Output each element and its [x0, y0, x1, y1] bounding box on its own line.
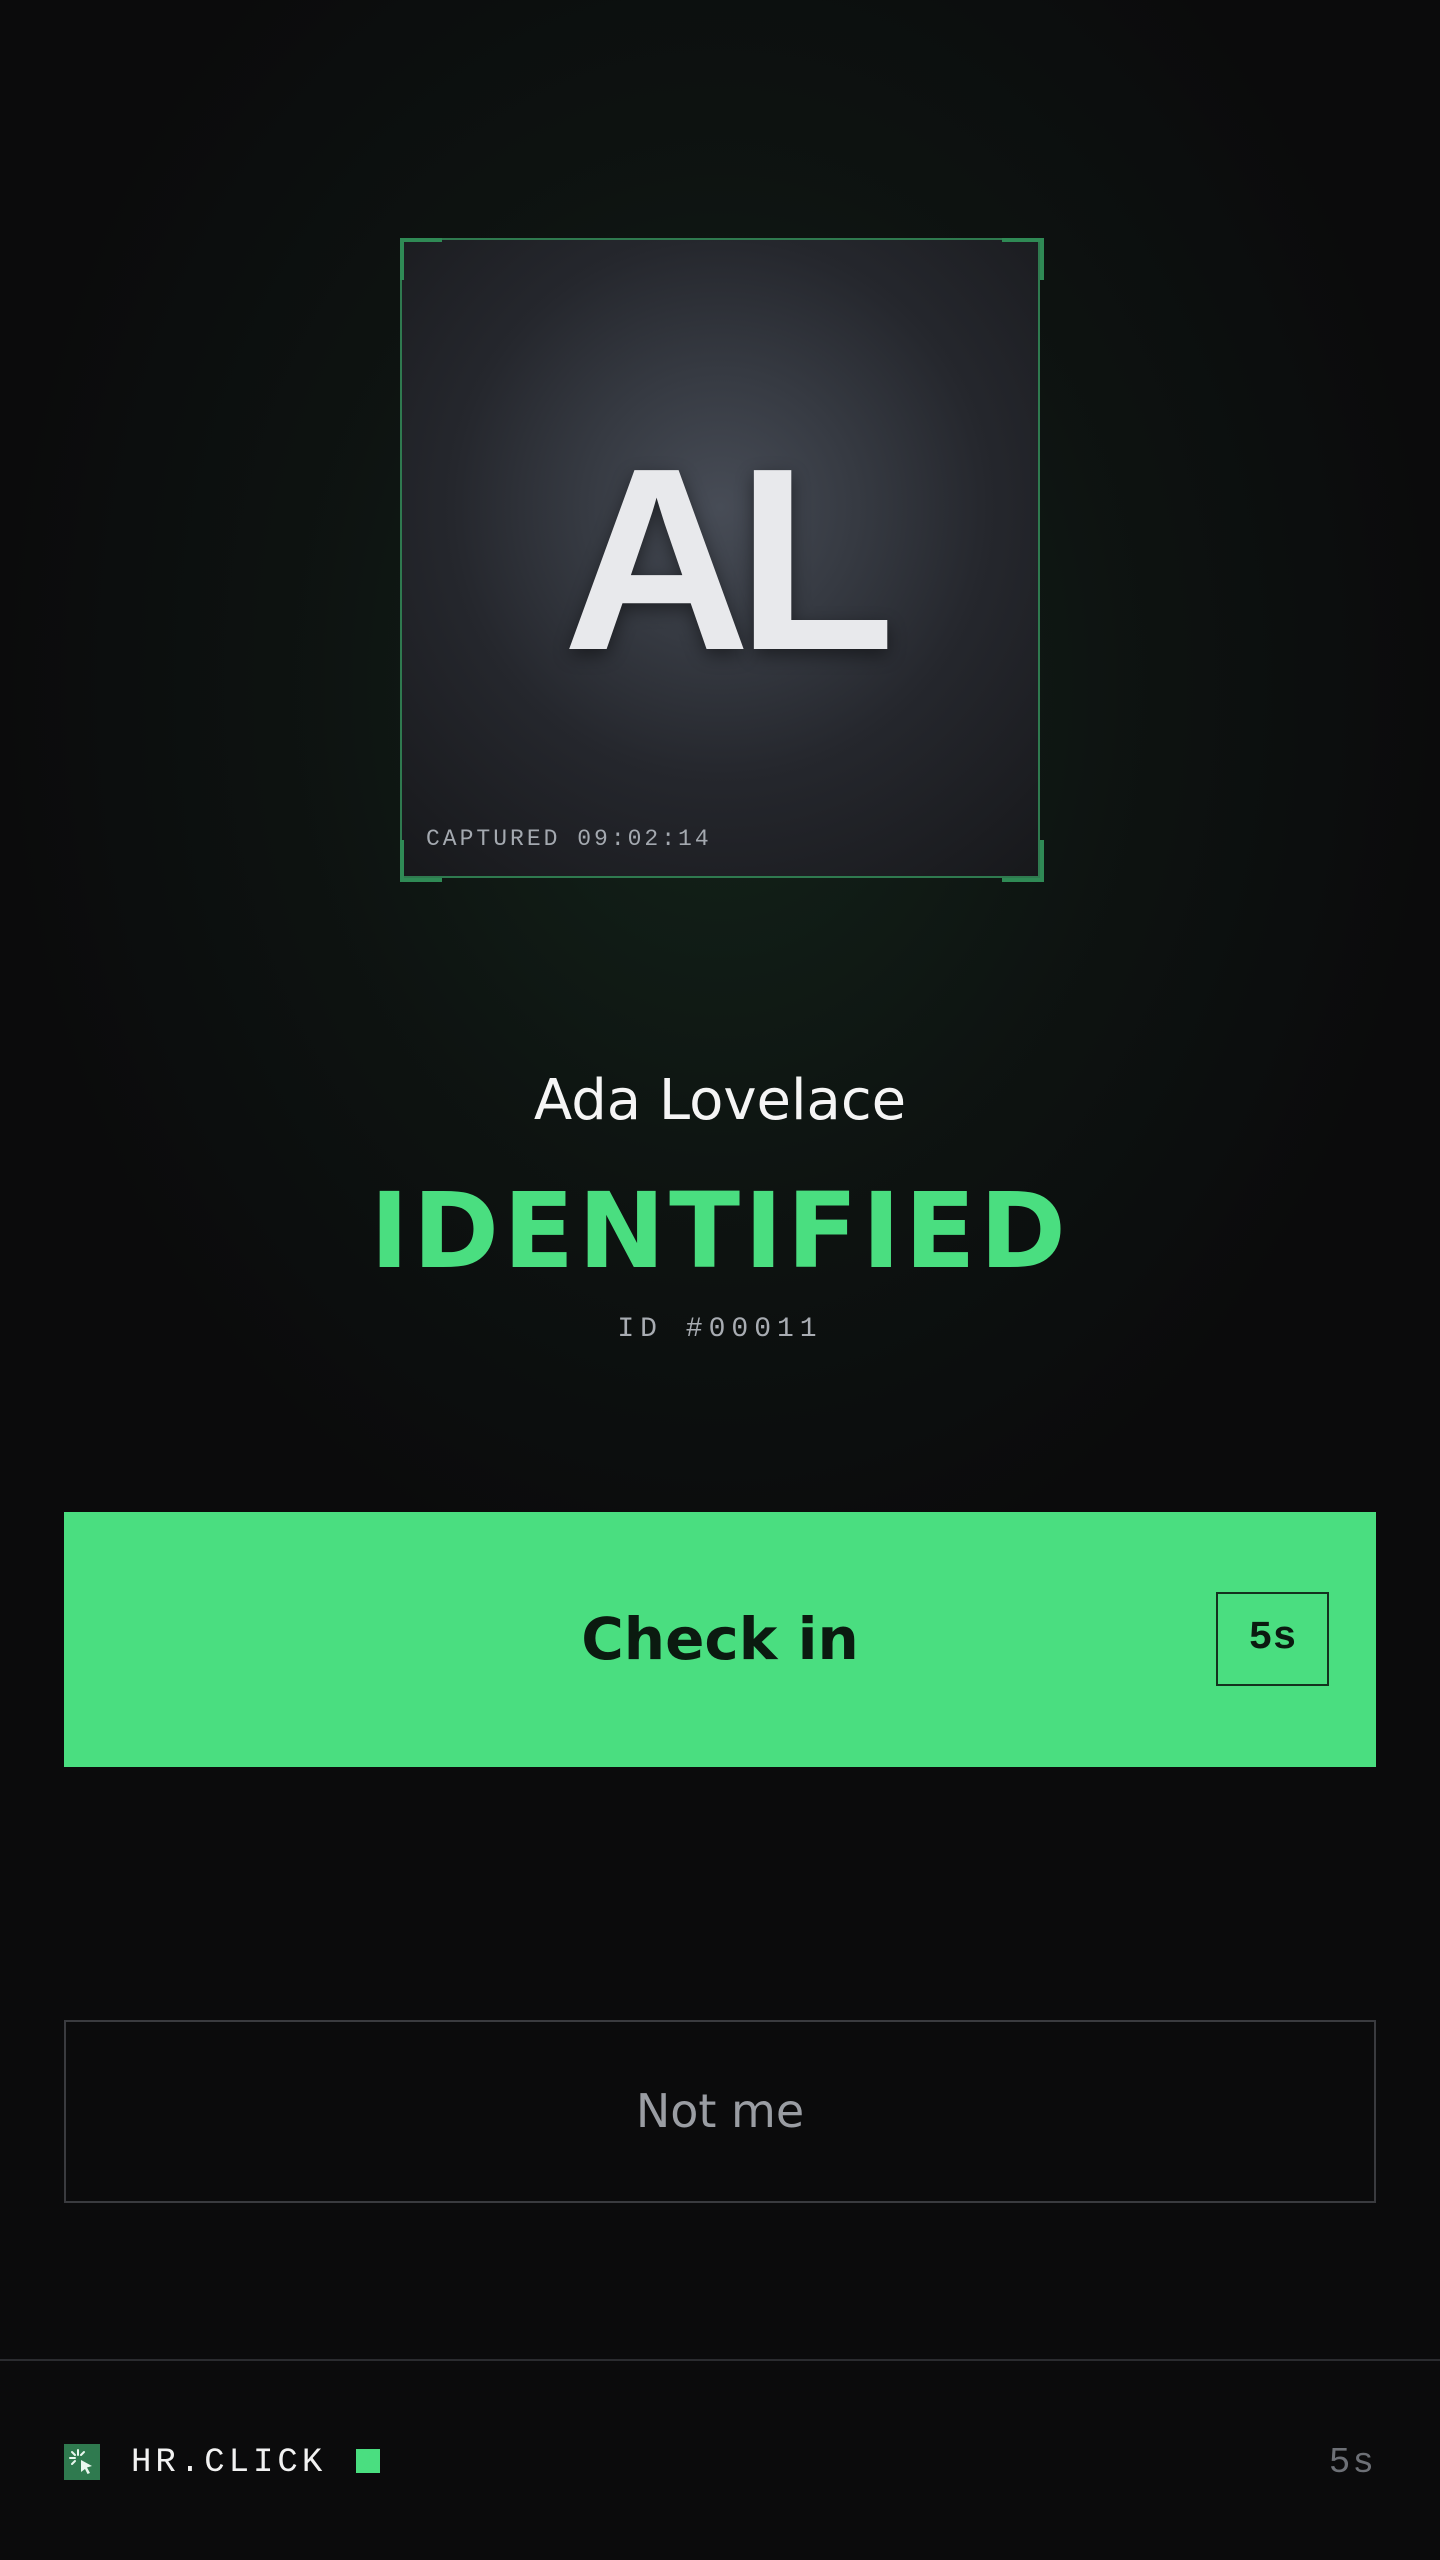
live-status-indicator — [356, 2449, 380, 2473]
avatar-initials: AL — [562, 415, 896, 705]
check-in-label: Check in — [581, 1605, 859, 1673]
brand-name: HR.CLICK — [131, 2444, 327, 2482]
scan-corner-bottom-right — [1002, 840, 1044, 882]
sparkle-cursor-icon — [64, 2444, 100, 2480]
capture-timestamp: CAPTURED 09:02:14 — [426, 826, 712, 852]
not-me-button[interactable]: Not me — [64, 2020, 1376, 2203]
auto-checkin-countdown: 5s — [1216, 1592, 1329, 1686]
employee-id: ID #00011 — [617, 1314, 823, 1345]
identification-status: IDENTIFIED — [370, 1170, 1070, 1292]
scan-corner-bottom-left — [400, 840, 442, 882]
scan-corner-top-left — [400, 238, 442, 280]
check-in-button[interactable]: Check in 5s — [64, 1512, 1376, 1767]
not-me-label: Not me — [635, 2084, 805, 2138]
scan-corner-top-right — [1002, 238, 1044, 280]
employee-name: Ada Lovelace — [533, 1068, 907, 1133]
captured-photo: AL CAPTURED 09:02:14 — [400, 238, 1040, 878]
footer: HR.CLICK 5s — [0, 2361, 1440, 2560]
footer-countdown: 5s — [1328, 2442, 1376, 2483]
